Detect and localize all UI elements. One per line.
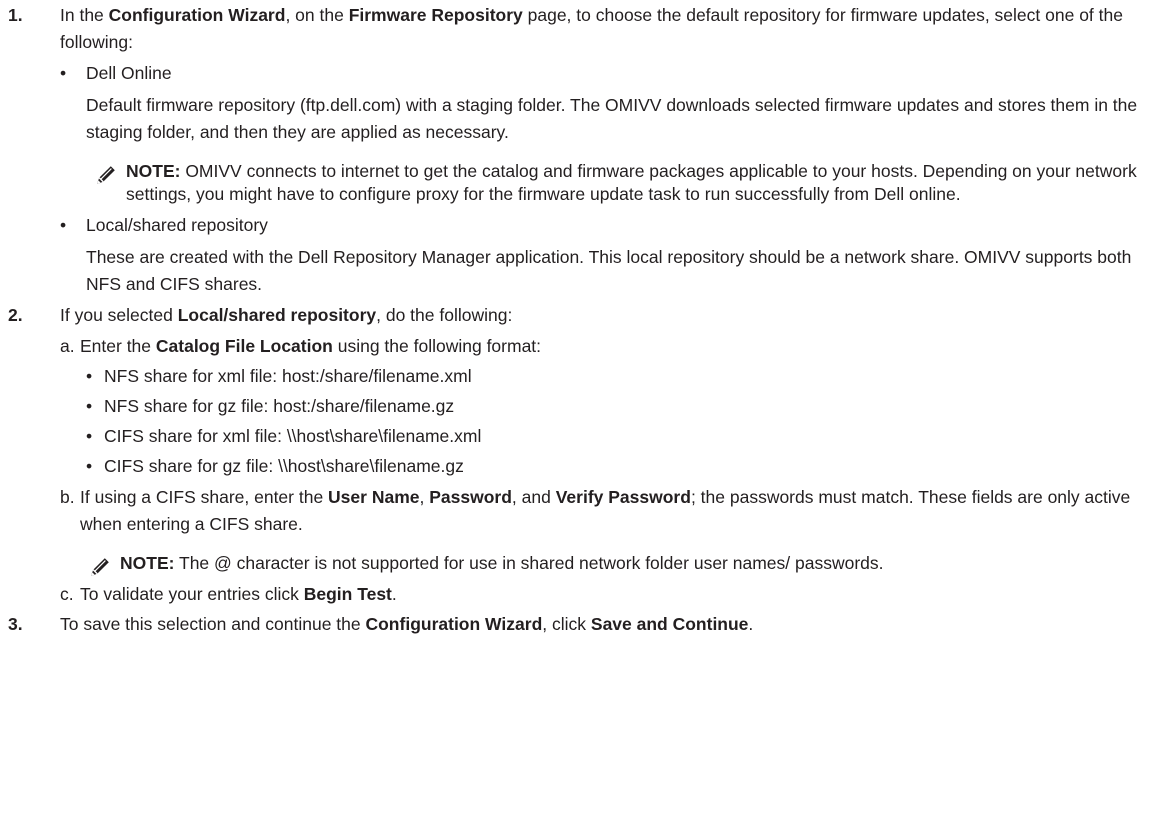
step-2: 2. If you selected Local/shared reposito… [0, 302, 1168, 608]
ui-term: Configuration Wizard [365, 614, 543, 634]
substep-text: If using a CIFS share, enter the User Na… [80, 487, 1131, 534]
ui-term: Verify Password [555, 487, 691, 507]
document-page: 1. In the Configuration Wizard, on the F… [0, 0, 1168, 638]
step-text: If you selected Local/shared repository,… [60, 305, 513, 325]
ui-term: Save and Continue [590, 614, 749, 634]
ui-term: Configuration Wizard [108, 5, 286, 25]
substep-b: b. If using a CIFS share, enter the User… [60, 484, 1162, 578]
step-number: 2. [8, 305, 23, 325]
list-item: • CIFS share for gz file: \\host\share\fi… [80, 453, 1162, 480]
step-number: 3. [8, 614, 23, 634]
step-1: 1. In the Configuration Wizard, on the F… [0, 2, 1168, 298]
ui-term: Password [429, 487, 512, 507]
note-label: NOTE: [120, 553, 175, 573]
note-label: NOTE: [126, 161, 181, 181]
bullet-icon: • [86, 456, 93, 476]
ui-term: Catalog File Location [155, 336, 333, 356]
substep-letter: a. [60, 336, 75, 356]
note-pencil-icon [95, 164, 117, 186]
bullet-icon: • [60, 63, 67, 83]
ui-term: Firmware Repository [348, 5, 523, 25]
note-text: OMIVV connects to internet to get the ca… [126, 161, 1137, 204]
step-number: 1. [8, 5, 23, 25]
option-description: Default firmware repository (ftp.dell.co… [86, 95, 1138, 142]
ui-term: User Name [328, 487, 420, 507]
note-pencil-icon [89, 556, 111, 578]
option-title: Local/shared repository [86, 215, 268, 235]
step-text: In the Configuration Wizard, on the Firm… [60, 5, 1123, 52]
list-item: • Local/shared repository These are crea… [60, 212, 1162, 298]
note-text: The @ character is not supported for use… [174, 553, 884, 573]
substep-c: c. To validate your entries click Begin … [60, 581, 1162, 608]
step-3: 3. To save this selection and continue t… [0, 611, 1168, 638]
substep-letter: c. [60, 584, 74, 604]
bullet-icon: • [86, 366, 93, 386]
substep-letter: b. [60, 487, 75, 507]
note: NOTE: The @ character is not supported f… [80, 552, 1162, 578]
list-item: • NFS share for xml file: host:/share/fil… [80, 363, 1162, 390]
repository-options: • Dell Online Default firmware repositor… [60, 60, 1162, 298]
ui-term: Local/shared repository [177, 305, 377, 325]
bullet-icon: • [86, 396, 93, 416]
option-description: These are created with the Dell Reposito… [86, 247, 1132, 294]
step-text: To save this selection and continue the … [60, 614, 754, 634]
substep-text: Enter the Catalog File Location using th… [80, 336, 542, 356]
note: NOTE: OMIVV connects to internet to get … [86, 160, 1162, 206]
list-item: • CIFS share for xml file: \\host\share\f… [80, 423, 1162, 450]
option-title: Dell Online [86, 63, 172, 83]
list-item: • NFS share for gz file: host:/share/file… [80, 393, 1162, 420]
substep-a: a. Enter the Catalog File Location using… [60, 333, 1162, 480]
bullet-icon: • [86, 426, 93, 446]
ui-term: Begin Test [303, 584, 392, 604]
catalog-formats: • NFS share for xml file: host:/share/fil… [80, 363, 1162, 480]
bullet-icon: • [60, 215, 67, 235]
list-item: • Dell Online Default firmware repositor… [60, 60, 1162, 206]
substep-text: To validate your entries click Begin Tes… [80, 584, 397, 604]
